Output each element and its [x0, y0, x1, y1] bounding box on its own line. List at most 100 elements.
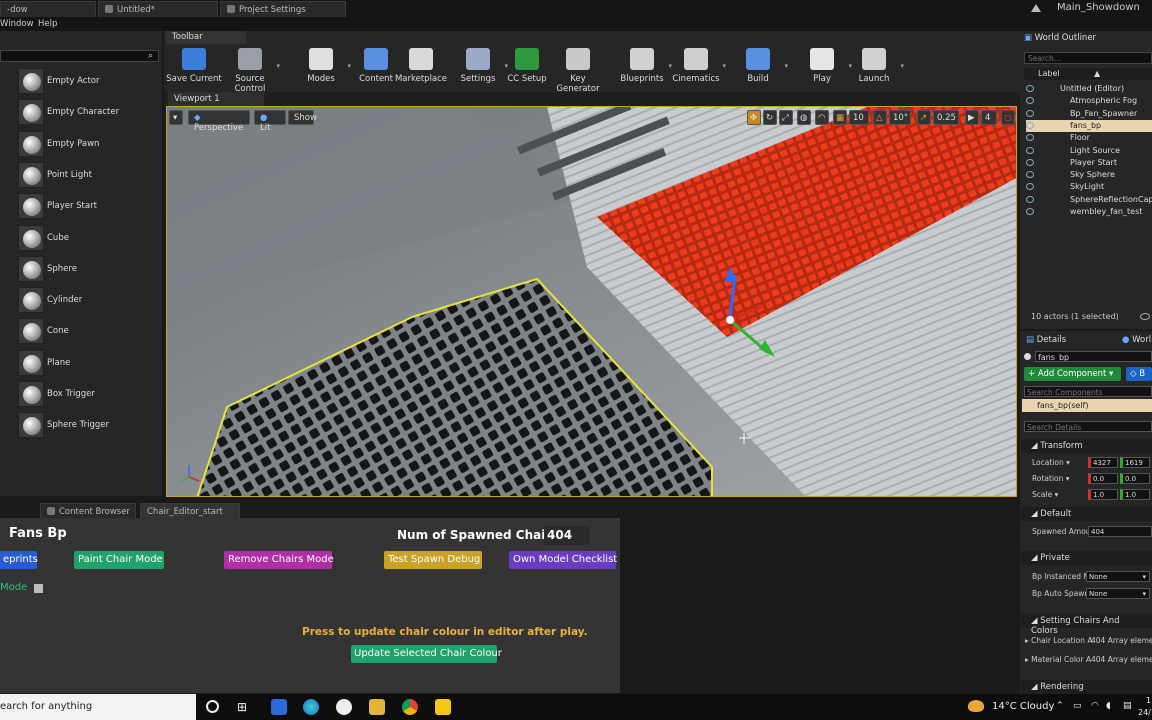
self-component-row[interactable]: fans_bp(self): [1022, 399, 1152, 412]
show-button[interactable]: Show: [288, 110, 317, 125]
place-item-empty-character[interactable]: Empty Character: [18, 99, 158, 127]
weather-icon[interactable]: [968, 700, 984, 712]
maximize-icon[interactable]: ◻: [1001, 110, 1015, 125]
volume-icon[interactable]: ◖: [1106, 701, 1111, 711]
scale-snap-icon[interactable]: ↗: [917, 110, 931, 125]
update-chair-colour-button[interactable]: Update Selected Chair Colour: [351, 645, 502, 663]
scale-y-field[interactable]: 1.0: [1120, 489, 1150, 500]
place-item-sphere-trigger[interactable]: Sphere Trigger: [18, 412, 158, 440]
store-icon[interactable]: [271, 699, 287, 715]
menu-help[interactable]: Help: [38, 19, 57, 29]
file-explorer-icon[interactable]: [369, 699, 385, 715]
rotation-label[interactable]: Rotation ▾: [1032, 474, 1070, 483]
visibility-eye-icon[interactable]: [1026, 109, 1034, 117]
search-icon[interactable]: ⌕: [148, 51, 153, 61]
visibility-eye-icon[interactable]: [1026, 208, 1034, 215]
tray-chevron-icon[interactable]: ⌃: [1056, 701, 1064, 711]
chrome-icon[interactable]: [402, 699, 418, 715]
location-x-field[interactable]: 4327: [1088, 457, 1118, 468]
cinematics-button[interactable]: Cinematics ▾: [668, 48, 726, 88]
place-item-player-start[interactable]: Player Start: [18, 193, 158, 221]
outliner-row[interactable]: wembley_fan_test: [1026, 206, 1152, 218]
bp-auto-spawner-dropdown[interactable]: None ▾: [1086, 588, 1150, 599]
chair-location-label[interactable]: ▸ Chair Location A: [1025, 636, 1093, 645]
default-section[interactable]: ◢ Default: [1021, 507, 1152, 521]
visibility-eye-icon[interactable]: [1026, 85, 1034, 92]
outliner-row[interactable]: SphereReflectionCaptu: [1026, 194, 1152, 206]
outliner-row[interactable]: Untitled (Editor): [1026, 83, 1152, 95]
clock-time[interactable]: 1: [1146, 696, 1151, 705]
setting-chairs-section[interactable]: ◢ Setting Chairs And Colors: [1021, 614, 1152, 636]
world-outliner-tab[interactable]: ▣ World Outliner: [1024, 33, 1096, 43]
visibility-eye-icon[interactable]: [1026, 121, 1034, 129]
details-tab[interactable]: ▤ Details: [1026, 335, 1066, 345]
object-name-field[interactable]: fans_bp: [1035, 351, 1152, 362]
rotation-x-field[interactable]: 0.0: [1088, 473, 1118, 484]
surface-snap-icon[interactable]: ◠: [815, 110, 829, 125]
outliner-row[interactable]: fans_bp: [1026, 119, 1152, 132]
weather-text[interactable]: 14°C Cloudy: [992, 701, 1054, 712]
mode-checkbox[interactable]: [34, 584, 43, 593]
clock-date[interactable]: 24/1: [1138, 708, 1152, 717]
blueprint-button[interactable]: ◇ B: [1126, 367, 1152, 381]
place-item-empty-pawn[interactable]: Empty Pawn: [18, 130, 158, 159]
place-item-point-light[interactable]: Point Light: [18, 161, 158, 190]
tab-untitled[interactable]: Untitled*: [98, 1, 218, 17]
outliner-row[interactable]: Floor: [1026, 132, 1152, 144]
place-item-cube[interactable]: Cube: [18, 224, 158, 253]
cc-setup-button[interactable]: CC Setup: [499, 48, 555, 88]
visibility-eye-icon[interactable]: [1026, 146, 1034, 154]
edge-icon[interactable]: [303, 699, 319, 715]
outliner-row[interactable]: Light Source: [1026, 145, 1152, 157]
wifi-icon[interactable]: ◠: [1091, 701, 1099, 711]
outliner-label-column[interactable]: Label ▲: [1024, 68, 1152, 80]
world-icon[interactable]: ◍: [797, 110, 811, 125]
translate-icon[interactable]: ✥: [747, 110, 761, 125]
scale-snap-value[interactable]: 0.25: [933, 110, 959, 125]
visibility-eye-icon[interactable]: [1026, 134, 1034, 142]
chevron-down-icon[interactable]: ▾: [722, 62, 726, 70]
location-label[interactable]: Location ▾: [1032, 458, 1070, 467]
menu-window[interactable]: Window: [0, 19, 34, 29]
remove-chairs-mode-button[interactable]: Remove Chairs Mode: [224, 551, 334, 569]
add-component-button[interactable]: + Add Component ▾: [1024, 367, 1121, 381]
test-spawn-debug-button[interactable]: Test Spawn Debug: [384, 551, 482, 569]
outliner-row[interactable]: Player Start: [1026, 157, 1152, 169]
place-item-cone[interactable]: Cone: [18, 318, 158, 346]
source-control-button[interactable]: Source Control ▾: [222, 48, 280, 94]
network-icon[interactable]: ▭: [1073, 701, 1082, 711]
language-icon[interactable]: ▤: [1123, 701, 1132, 711]
bp-instanced-dropdown[interactable]: None ▾: [1086, 571, 1150, 582]
rotate-icon[interactable]: ↻: [763, 110, 777, 125]
search-details-input[interactable]: Search Details: [1024, 421, 1152, 432]
tab-project-settings[interactable]: Project Settings: [220, 1, 346, 17]
viewport-options-button[interactable]: ▾: [169, 110, 183, 125]
grid-snap-icon[interactable]: ▦: [833, 110, 847, 125]
save-current-button[interactable]: Save Current: [166, 48, 222, 88]
paint-chair-mode-button[interactable]: Paint Chair Mode: [74, 551, 164, 569]
outliner-row[interactable]: Bp_Fan_Spawner: [1026, 108, 1152, 120]
tab-partial[interactable]: -dow: [0, 1, 96, 17]
lit-button[interactable]: ● Lit: [254, 110, 286, 133]
camera-speed-icon[interactable]: ▶: [965, 110, 979, 125]
task-view-icon[interactable]: ⊞: [237, 700, 247, 714]
unreal-icon[interactable]: [336, 699, 352, 715]
visibility-eye-icon[interactable]: [1026, 158, 1034, 166]
visibility-eye-icon[interactable]: [1026, 97, 1034, 105]
visibility-eye-icon[interactable]: [1026, 195, 1034, 203]
key-generator-button[interactable]: Key Generator: [550, 48, 606, 94]
material-color-label[interactable]: ▸ Material Color A: [1025, 655, 1091, 664]
level-viewport[interactable]: [166, 106, 1017, 497]
visibility-eye-icon[interactable]: [1026, 183, 1034, 191]
outliner-row[interactable]: Atmospheric Fog: [1026, 95, 1152, 107]
place-item-empty-actor[interactable]: Empty Actor: [18, 68, 158, 96]
outliner-search-input[interactable]: [1024, 52, 1152, 64]
taskbar-search-box[interactable]: earch for anything: [0, 694, 196, 720]
perspective-button[interactable]: ◆ Perspective: [188, 110, 250, 133]
blueprints-mode-button[interactable]: eprints: [0, 551, 38, 569]
scale-x-field[interactable]: 1.0: [1088, 489, 1118, 500]
scale-label[interactable]: Scale ▾: [1032, 490, 1058, 499]
viewport-tab[interactable]: Viewport 1: [168, 92, 264, 106]
chevron-down-icon[interactable]: ▾: [784, 62, 788, 70]
place-item-cylinder[interactable]: Cylinder: [18, 287, 158, 315]
